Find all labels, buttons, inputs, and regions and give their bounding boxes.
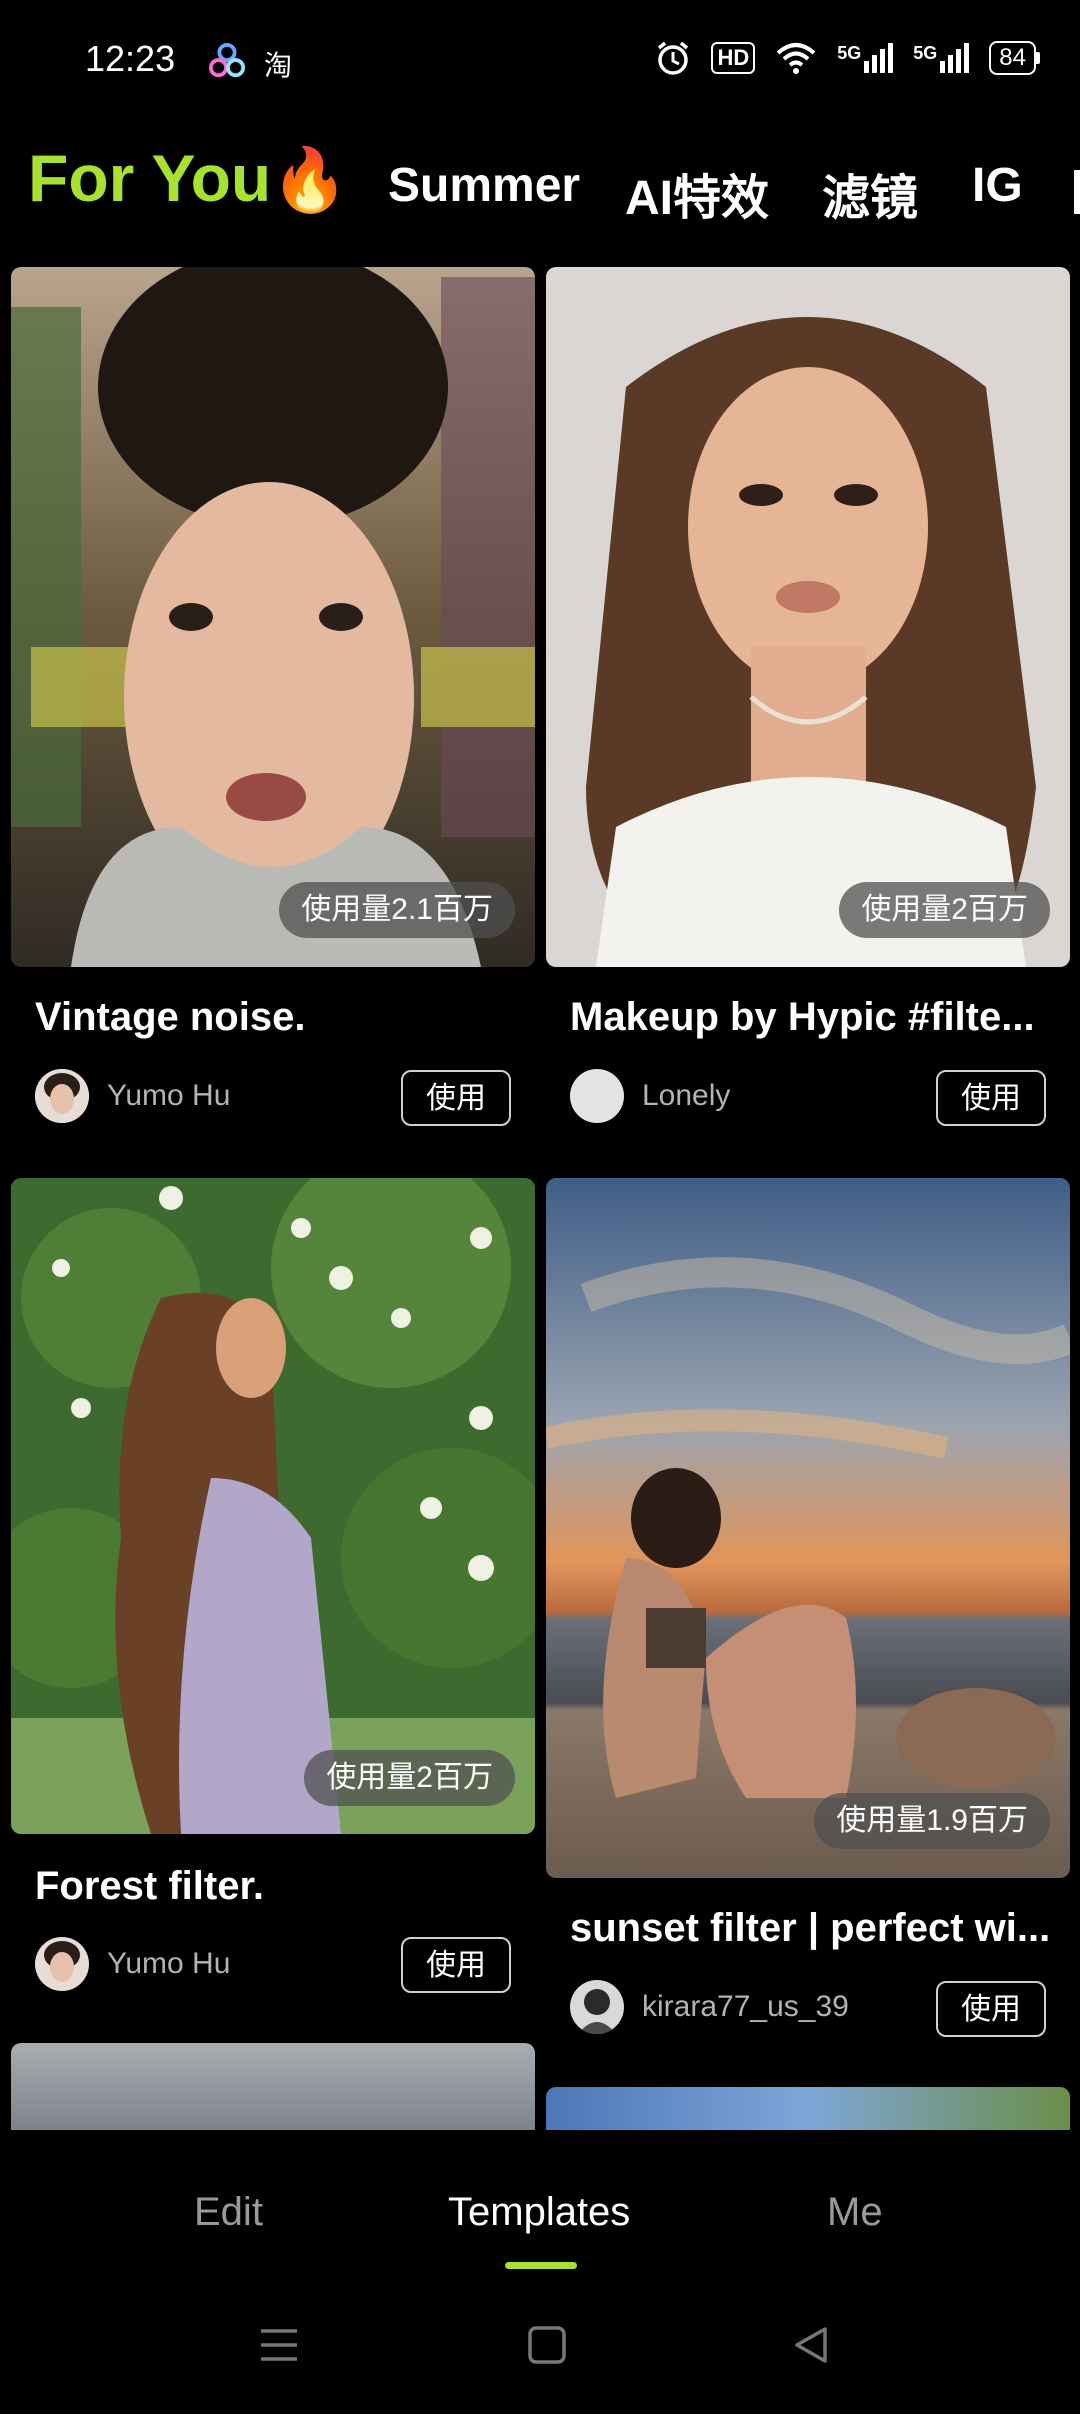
tab-for-you[interactable]: For You🔥 (28, 140, 348, 217)
status-bar: 12:23 淘 HD 5G 5G 84 (0, 0, 1080, 130)
avatar[interactable] (35, 1069, 89, 1123)
template-card[interactable]: 使用量2百万 Makeup by Hypic #filte... Lonely … (546, 267, 1070, 1137)
back-icon[interactable] (791, 2325, 831, 2365)
use-button[interactable]: 使用 (936, 1070, 1046, 1126)
template-card-partial[interactable] (11, 2043, 535, 2130)
battery-icon: 84 (989, 41, 1040, 75)
template-thumbnail[interactable] (11, 267, 535, 967)
template-card[interactable]: 使用量2.1百万 Vintage noise. Yumo Hu 使用 (11, 267, 535, 1137)
use-button[interactable]: 使用 (936, 1981, 1046, 2037)
nav-edit[interactable]: Edit (194, 2190, 263, 2235)
template-thumbnail[interactable] (11, 2043, 535, 2130)
card-title[interactable]: Makeup by Hypic #filte... (570, 995, 1060, 1040)
template-card-partial[interactable] (546, 2087, 1070, 2130)
template-thumbnail[interactable] (546, 1178, 1070, 1878)
wifi-icon (776, 43, 816, 74)
menu-icon[interactable] (259, 2325, 299, 2365)
author-name[interactable]: Lonely (642, 1079, 730, 1113)
template-card[interactable]: 使用量2百万 Forest filter. Yumo Hu 使用 (11, 1178, 535, 2018)
avatar[interactable] (570, 1069, 624, 1123)
template-card[interactable]: 使用量1.9百万 sunset filter | perfect wi... k… (546, 1178, 1070, 2058)
card-title[interactable]: Forest filter. (35, 1864, 525, 1909)
tab-overflow-edge (1074, 170, 1080, 214)
tab-summer[interactable]: Summer (388, 158, 580, 213)
author-name[interactable]: Yumo Hu (107, 1947, 230, 1981)
use-button[interactable]: 使用 (401, 1070, 511, 1126)
nav-me[interactable]: Me (827, 2190, 883, 2235)
tab-ig[interactable]: IG (972, 158, 1023, 213)
taobao-icon: 淘 (264, 50, 293, 81)
usage-badge: 使用量2.1百万 (279, 882, 515, 938)
template-thumbnail[interactable] (546, 267, 1070, 967)
hd-icon: HD (711, 42, 756, 74)
fire-icon: 🔥 (271, 146, 349, 215)
active-tab-indicator (505, 2262, 577, 2269)
signal-label-2: 5G (913, 43, 938, 63)
usage-badge: 使用量2百万 (304, 1750, 515, 1806)
system-navigation-bar (0, 2280, 1080, 2414)
signal-5g-2-icon: 5G (913, 43, 970, 73)
category-tabs: For You🔥 Summer AI特效 滤镜 IG (0, 140, 1080, 250)
home-icon[interactable] (527, 2325, 567, 2365)
avatar[interactable] (570, 1980, 624, 2034)
nav-templates[interactable]: Templates (448, 2190, 630, 2235)
card-title[interactable]: Vintage noise. (35, 995, 525, 1040)
avatar[interactable] (35, 1937, 89, 1991)
tab-label: For You (28, 141, 272, 215)
signal-label-1: 5G (837, 43, 862, 63)
author-name[interactable]: Yumo Hu (107, 1079, 230, 1113)
card-title[interactable]: sunset filter | perfect wi... (570, 1906, 1060, 1951)
author-name[interactable]: kirara77_us_39 (642, 1990, 849, 2024)
tab-ai-effects[interactable]: AI特效 (625, 158, 769, 228)
usage-badge: 使用量1.9百万 (814, 1793, 1050, 1849)
app-notification-icon (208, 42, 246, 78)
template-thumbnail[interactable] (11, 1178, 535, 1834)
signal-5g-1-icon: 5G (837, 43, 894, 73)
bottom-nav: Edit Templates Me (0, 2130, 1080, 2280)
alarm-icon (658, 41, 689, 75)
use-button[interactable]: 使用 (401, 1937, 511, 1993)
tab-filters[interactable]: 滤镜 (822, 158, 918, 228)
template-thumbnail[interactable] (546, 2087, 1070, 2130)
usage-badge: 使用量2百万 (839, 882, 1050, 938)
battery-level: 84 (989, 41, 1036, 75)
status-time: 12:23 (85, 38, 176, 79)
